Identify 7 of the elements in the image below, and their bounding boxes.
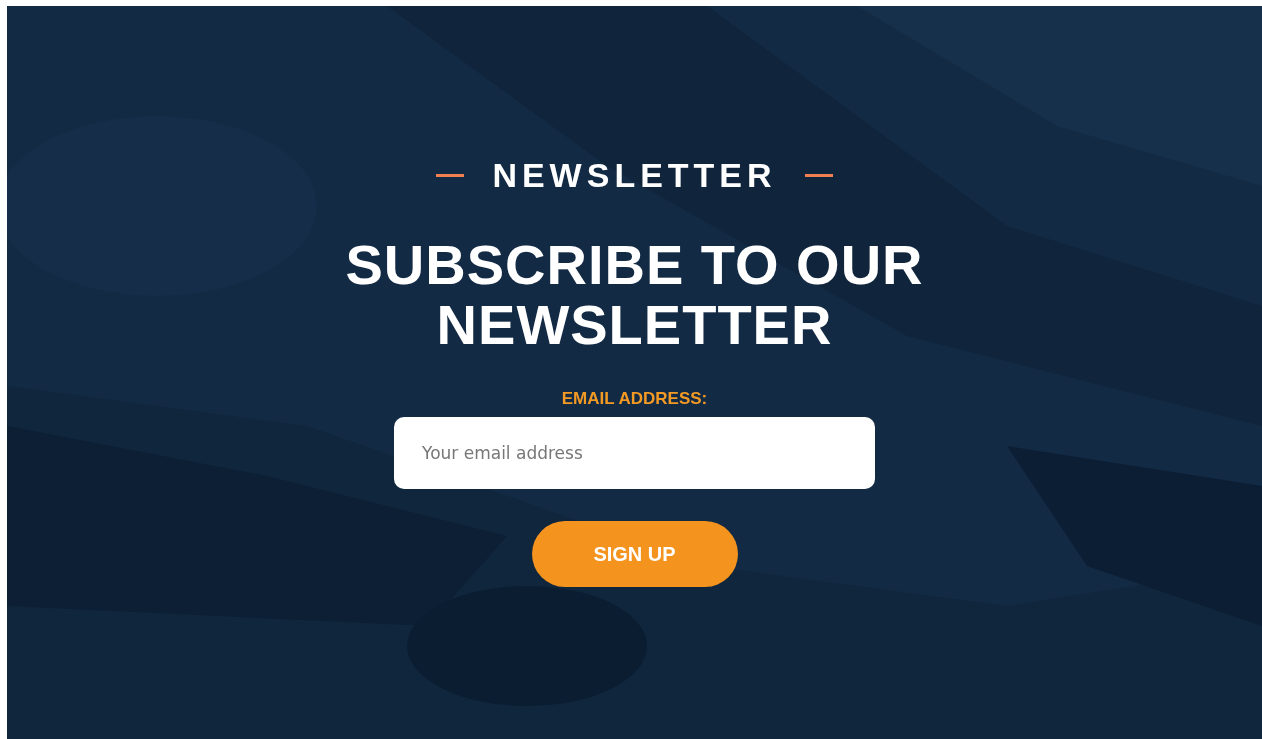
field-label: EMAIL ADDRESS: (561, 389, 708, 409)
accent-line (436, 174, 465, 177)
accent-line (804, 174, 833, 177)
sign-up-button[interactable]: SIGN UP (531, 521, 738, 587)
section-label: NEWSLETTER (492, 156, 777, 195)
section-heading: SUBSCRIBE TO OUR NEWSLETTER (344, 235, 925, 355)
email-field[interactable]: Your email address (394, 417, 875, 489)
